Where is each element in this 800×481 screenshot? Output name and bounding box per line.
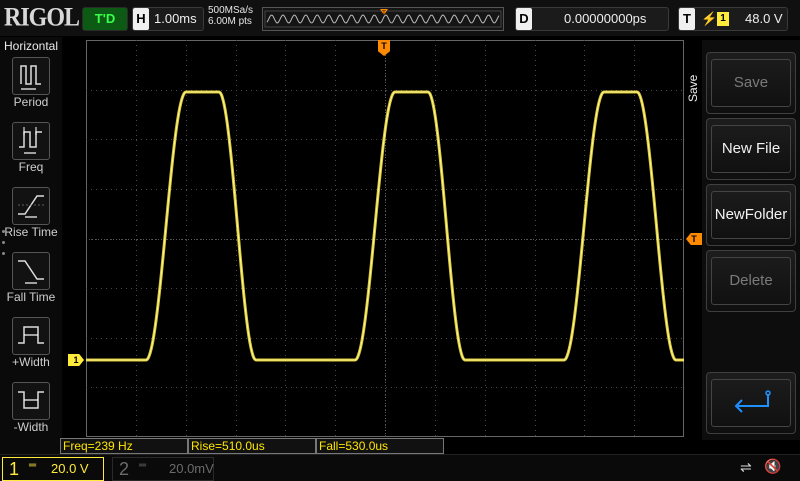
save-button-label: Save: [711, 59, 791, 107]
waveform-display[interactable]: [86, 40, 684, 437]
right-menu-title: Save: [686, 74, 700, 102]
delay-value: 0.00000000ps: [564, 11, 647, 26]
left-menu-title: Horizontal: [3, 39, 59, 53]
ch1-offset-marker[interactable]: 1: [68, 354, 84, 366]
delete-button-label: Delete: [711, 257, 791, 305]
trigger-key: T: [679, 8, 695, 30]
measure-rise-time[interactable]: Rise Time: [0, 187, 62, 249]
ch2-scale: 20.0mV: [169, 461, 214, 476]
measurement-freq[interactable]: Freq=239 Hz: [60, 438, 188, 454]
memory-map: T: [262, 7, 504, 31]
ch2-number: 2: [119, 459, 130, 479]
return-icon: [711, 379, 791, 427]
graticule: [86, 40, 684, 437]
delete-button[interactable]: Delete: [706, 250, 796, 312]
memory-depth: 6.00M pts: [208, 16, 252, 27]
measure-fall-time[interactable]: Fall Time: [0, 252, 62, 314]
neg-width-icon: [12, 382, 50, 420]
delay-readout[interactable]: D 0.00000000ps: [515, 7, 669, 31]
fall-time-icon: [12, 252, 50, 290]
measure-freq[interactable]: Freq: [0, 122, 62, 184]
measure-period-label: Period: [13, 95, 49, 109]
acquisition-info: 500MSa/s 6.00M pts: [208, 5, 253, 27]
save-softkey-menu: Save New File NewFolder Delete: [702, 40, 800, 440]
save-button[interactable]: Save: [706, 52, 796, 114]
trigger-level: 48.0 V: [745, 11, 783, 26]
usb-icon: ⇌: [740, 459, 752, 475]
measure-pos-width[interactable]: +Width: [0, 317, 62, 379]
memmap-trigger-marker: T: [382, 11, 386, 17]
measure-fall-time-label: Fall Time: [6, 290, 56, 304]
channel-status-bar: 1 ═ 20.0 V 2 ═ 20.0mV ⇌ 🔇: [0, 454, 800, 481]
pos-width-icon: [12, 317, 50, 355]
mute-icon[interactable]: 🔇: [764, 458, 781, 475]
new-folder-button[interactable]: NewFolder: [706, 184, 796, 246]
measure-pos-width-label: +Width: [12, 355, 50, 369]
period-icon: [12, 57, 50, 95]
new-folder-button-label: NewFolder: [711, 191, 791, 239]
measure-rise-time-label: Rise Time: [4, 225, 58, 239]
delay-key: D: [516, 8, 532, 30]
measurement-fall[interactable]: Fall=530.0us: [316, 438, 444, 454]
timebase-value: 1.00ms: [154, 11, 197, 26]
ch1-coupling-icon: ═: [29, 460, 37, 471]
freq-icon: [12, 122, 50, 160]
trigger-level-marker[interactable]: T: [686, 233, 702, 245]
measure-neg-width-label: -Width: [13, 420, 49, 434]
ch1-number: 1: [9, 459, 20, 479]
measurement-rise[interactable]: Rise=510.0us: [188, 438, 316, 454]
measure-neg-width[interactable]: -Width: [0, 382, 62, 444]
top-status-bar: RIGOL T'D H 1.00ms 500MSa/s 6.00M pts T D…: [0, 0, 800, 36]
new-file-button[interactable]: New File: [706, 118, 796, 180]
trigger-readout[interactable]: T ⚡ 1 48.0 V: [678, 7, 788, 31]
trigger-status-badge: T'D: [82, 7, 128, 31]
trigger-source: 1: [717, 12, 729, 26]
measure-freq-label: Freq: [18, 160, 44, 174]
sample-rate: 500MSa/s: [208, 5, 254, 16]
ch2-coupling-icon: ═: [139, 460, 147, 471]
timebase-readout[interactable]: H 1.00ms: [132, 7, 204, 31]
timebase-key: H: [133, 8, 149, 30]
rise-time-icon: [12, 187, 50, 225]
ch2-tab[interactable]: 2 ═ 20.0mV: [112, 457, 214, 481]
return-button[interactable]: [706, 372, 796, 434]
ch1-tab[interactable]: 1 ═ 20.0 V: [2, 457, 104, 481]
ch1-scale: 20.0 V: [51, 461, 89, 476]
measure-period[interactable]: Period: [0, 57, 62, 119]
rigol-logo: RIGOL: [4, 3, 80, 33]
rising-edge-icon: ⚡: [701, 11, 718, 26]
left-measure-menu: Horizontal Period Freq Rise Time Fall Ti…: [0, 37, 62, 454]
memory-map-waveform: T: [264, 9, 502, 28]
new-file-button-label: New File: [711, 125, 791, 173]
